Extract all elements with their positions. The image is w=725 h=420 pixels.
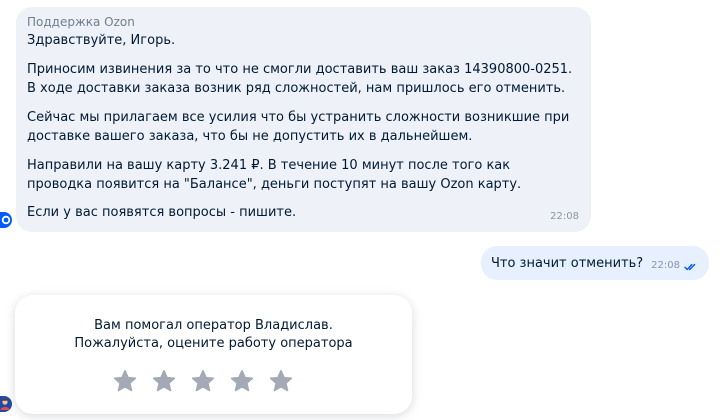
outgoing-message: Что значит отменить? 22:08 [480,246,709,280]
message-paragraph: Приносим извинения за то что не смогли д… [27,62,573,96]
ozon-support-avatar [0,212,12,228]
incoming-message: Поддержка Ozon Здравствуйте, Игорь. Прин… [16,7,591,232]
message-paragraph: Если у вас появятся вопросы - пишите. [27,205,297,220]
star-icon[interactable] [151,369,177,394]
message-greeting: Здравствуйте, Игорь. [27,33,176,48]
rating-prompt-line: Пожалуйста, оцените работу оператора [74,336,353,351]
star-icon[interactable] [112,369,138,394]
star-icon[interactable] [190,369,216,394]
operator-rating-card: Вам помогал оператор Владислав. Пожалуйс… [15,295,412,414]
message-paragraph: Направили на вашу карту 3.241 ₽. В течен… [27,158,522,192]
rating-operator-line: Вам помогал оператор Владислав. [94,318,333,333]
star-icon[interactable] [229,369,255,394]
operator-avatar-icon [0,399,10,410]
message-timestamp: 22:08 [651,259,680,271]
ozon-logo-icon [1,215,11,225]
double-check-icon [684,256,697,275]
outgoing-text: Что значит отменить? [490,255,644,271]
sender-name: Поддержка Ozon [27,15,135,29]
operator-avatar [0,396,12,412]
star-rating [0,369,412,394]
message-timestamp: 22:08 [550,211,579,222]
star-icon[interactable] [268,369,294,394]
chat-window: Поддержка Ozon Здравствуйте, Игорь. Прин… [0,0,725,420]
message-paragraph: Сейчас мы прилагаем все усилия что бы ус… [27,110,570,144]
